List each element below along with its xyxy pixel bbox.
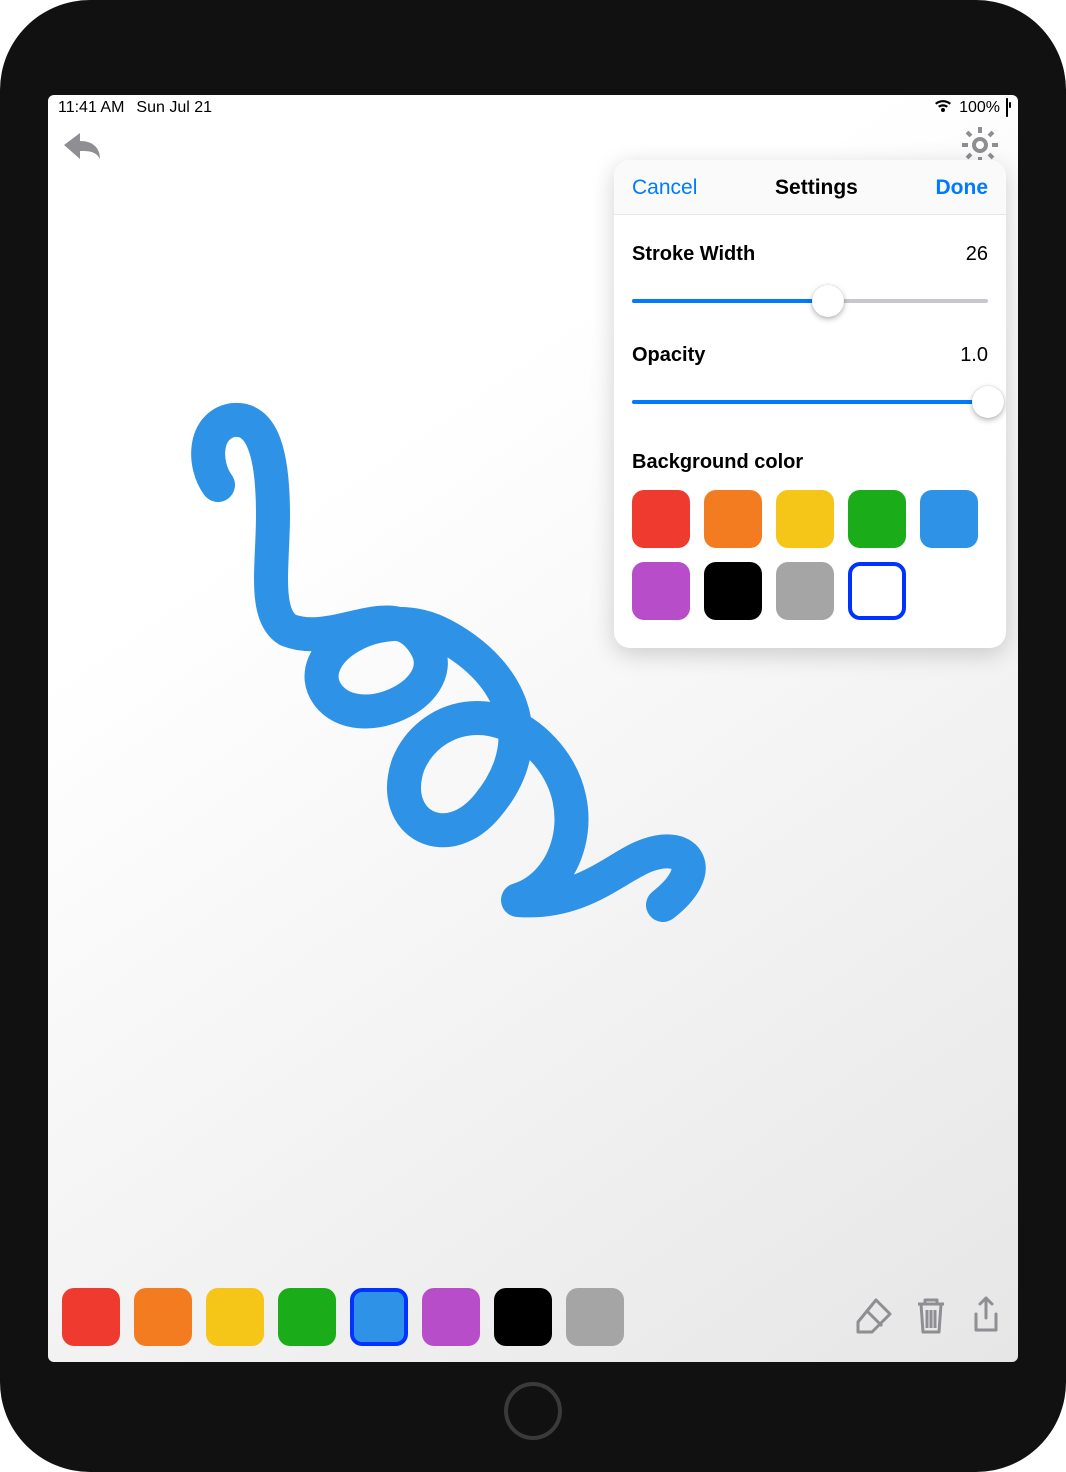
settings-popover: Cancel Settings Done Stroke Width 26 Opa… — [614, 160, 1006, 648]
popover-header: Cancel Settings Done — [614, 160, 1006, 215]
opacity-label: Opacity — [632, 344, 705, 367]
home-button[interactable] — [504, 1382, 562, 1440]
trash-button[interactable] — [912, 1294, 950, 1341]
opacity-slider[interactable] — [632, 389, 988, 415]
stroke-color-black[interactable] — [494, 1288, 552, 1346]
stroke-color-orange[interactable] — [134, 1288, 192, 1346]
stroke-color-blue[interactable] — [350, 1288, 408, 1346]
stroke-color-row — [62, 1288, 624, 1346]
bg-swatch-black[interactable] — [704, 562, 762, 620]
share-button[interactable] — [968, 1294, 1004, 1341]
bg-swatch-orange[interactable] — [704, 490, 762, 548]
status-date: Sun Jul 21 — [136, 99, 212, 117]
bg-swatch-green[interactable] — [848, 490, 906, 548]
undo-button[interactable] — [58, 131, 104, 176]
stroke-width-label: Stroke Width — [632, 243, 755, 266]
stroke-color-green[interactable] — [278, 1288, 336, 1346]
eraser-button[interactable] — [852, 1294, 894, 1341]
bg-swatch-blue[interactable] — [920, 490, 978, 548]
screen: 11:41 AM Sun Jul 21 100% — [48, 95, 1018, 1362]
cancel-button[interactable]: Cancel — [632, 176, 697, 200]
stroke-color-purple[interactable] — [422, 1288, 480, 1346]
battery-icon — [1006, 99, 1008, 117]
bottom-toolbar — [48, 1272, 1018, 1362]
done-button[interactable]: Done — [936, 176, 989, 200]
bg-swatch-gray[interactable] — [776, 562, 834, 620]
stroke-width-value: 26 — [966, 243, 988, 266]
bg-swatch-white[interactable] — [848, 562, 906, 620]
stroke-width-slider[interactable] — [632, 288, 988, 314]
ipad-frame: 11:41 AM Sun Jul 21 100% — [0, 0, 1066, 1472]
popover-title: Settings — [775, 176, 858, 200]
opacity-value: 1.0 — [960, 344, 988, 367]
bg-swatch-yellow[interactable] — [776, 490, 834, 548]
status-bar: 11:41 AM Sun Jul 21 100% — [48, 95, 1018, 121]
bg-swatch-purple[interactable] — [632, 562, 690, 620]
stroke-color-yellow[interactable] — [206, 1288, 264, 1346]
stroke-color-red[interactable] — [62, 1288, 120, 1346]
background-color-grid — [632, 490, 988, 620]
bg-swatch-red[interactable] — [632, 490, 690, 548]
stroke-color-gray[interactable] — [566, 1288, 624, 1346]
battery-percent: 100% — [959, 99, 1000, 117]
wifi-icon — [933, 98, 953, 119]
status-time: 11:41 AM — [58, 99, 124, 117]
background-color-label: Background color — [632, 451, 988, 474]
